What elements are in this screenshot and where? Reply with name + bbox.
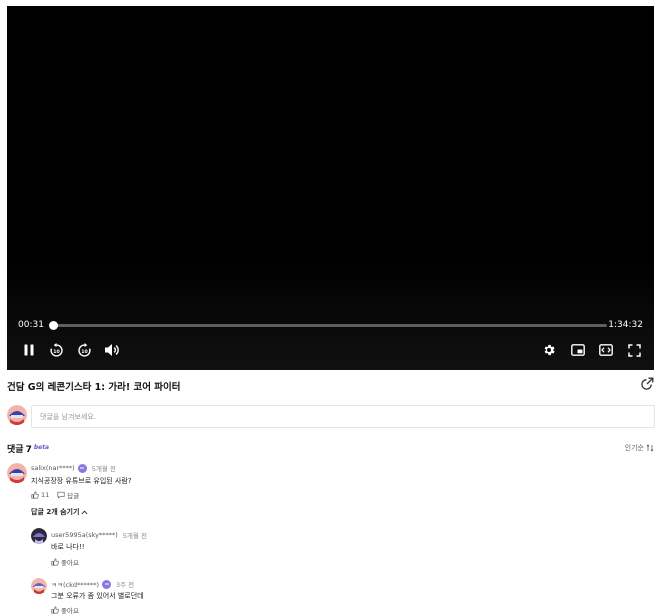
beta-badge: beta — [33, 444, 50, 451]
character-avatar-icon — [31, 528, 47, 544]
reply-button[interactable]: 답글 — [57, 490, 79, 500]
forward-10-button[interactable]: 10 — [74, 340, 94, 360]
like-label: 좋아요 — [61, 559, 79, 567]
share-icon[interactable] — [641, 377, 654, 390]
reply-text: 바로 나다!! — [51, 543, 85, 551]
svg-text:10: 10 — [81, 348, 88, 354]
reply-text: 그분 오류가 좀 있어서 별로던데 — [51, 592, 144, 600]
like-count: 11 — [41, 491, 50, 499]
gear-icon — [544, 344, 555, 356]
pause-button[interactable] — [19, 340, 39, 360]
volume-icon — [105, 344, 119, 356]
speech-bubble-icon — [57, 491, 65, 499]
user-badge-icon — [77, 463, 87, 473]
comment-actions: 11 답글 — [31, 490, 79, 500]
my-avatar — [7, 405, 27, 425]
comment-username[interactable]: salix(nar****) — [31, 464, 75, 472]
character-avatar-icon — [31, 578, 47, 594]
reply-meta: ㅋㅋ(ckd******) 3주 전 — [51, 579, 134, 589]
progress-bar[interactable] — [49, 321, 607, 330]
comment-text: 지식공장장 유튜브로 유입된 사람? — [31, 477, 132, 485]
like-button[interactable]: 좋아요 — [51, 557, 79, 567]
reply-time: 5개월 전 — [122, 532, 147, 540]
theater-mode-icon — [599, 344, 613, 356]
hide-replies-label: 답글 2개 숨기기 — [31, 508, 80, 516]
comments-count: 7 — [25, 445, 32, 455]
rewind-10-icon: 10 — [49, 342, 63, 357]
reply-username[interactable]: user5995a(sky*****) — [51, 531, 118, 539]
thumbs-up-icon — [51, 558, 59, 566]
volume-button[interactable] — [102, 340, 122, 360]
reply-time: 3주 전 — [116, 581, 135, 589]
character-avatar-icon — [7, 463, 27, 483]
comments-header: 댓글 7 beta — [7, 442, 49, 455]
pip-button[interactable] — [568, 340, 588, 360]
reply-meta: user5995a(sky*****) 5개월 전 — [51, 530, 147, 540]
like-label: 좋아요 — [61, 607, 79, 615]
video-player[interactable]: 00:31 1:34:32 10 10 — [7, 6, 654, 370]
current-time: 00:31 — [18, 320, 44, 330]
reply-avatar[interactable] — [31, 528, 47, 544]
chevron-up-icon — [81, 510, 88, 514]
comment-input[interactable] — [31, 405, 655, 428]
like-button[interactable]: 좋아요 — [51, 605, 79, 615]
reply-actions: 좋아요 — [51, 605, 79, 615]
thumbs-up-icon — [51, 606, 59, 614]
comment-meta: salix(nar****) 5개월 전 — [31, 463, 116, 473]
comment-time: 5개월 전 — [91, 465, 116, 473]
progress-knob[interactable] — [49, 321, 59, 330]
settings-button[interactable] — [539, 340, 559, 360]
duration: 1:34:32 — [608, 320, 643, 330]
fullscreen-icon — [627, 343, 641, 357]
sort-button[interactable]: 인기순 — [625, 443, 654, 453]
sort-icon — [646, 444, 654, 452]
fullscreen-button[interactable] — [624, 340, 644, 360]
theater-mode-button[interactable] — [596, 340, 616, 360]
comments-label: 댓글 — [7, 445, 24, 455]
reply-actions: 좋아요 — [51, 557, 79, 567]
video-title: 건담 G의 레콘기스타 1: 가라! 코어 파이터 — [7, 382, 181, 393]
like-button[interactable]: 11 — [31, 491, 49, 499]
user-badge-icon — [102, 579, 111, 589]
sort-label: 인기순 — [624, 444, 644, 452]
forward-10-icon: 10 — [77, 342, 91, 357]
reply-label: 답글 — [67, 492, 80, 500]
reply-avatar[interactable] — [31, 578, 47, 594]
picture-in-picture-icon — [571, 344, 585, 356]
svg-text:10: 10 — [53, 348, 60, 354]
commenter-avatar[interactable] — [7, 463, 27, 483]
reply-username[interactable]: ㅋㅋ(ckd******) — [51, 579, 99, 589]
thumbs-up-icon — [31, 491, 39, 499]
pause-icon — [24, 344, 34, 356]
character-avatar-icon — [7, 405, 27, 425]
rewind-10-button[interactable]: 10 — [46, 340, 66, 360]
hide-replies-toggle[interactable]: 답글 2개 숨기기 — [31, 507, 88, 517]
